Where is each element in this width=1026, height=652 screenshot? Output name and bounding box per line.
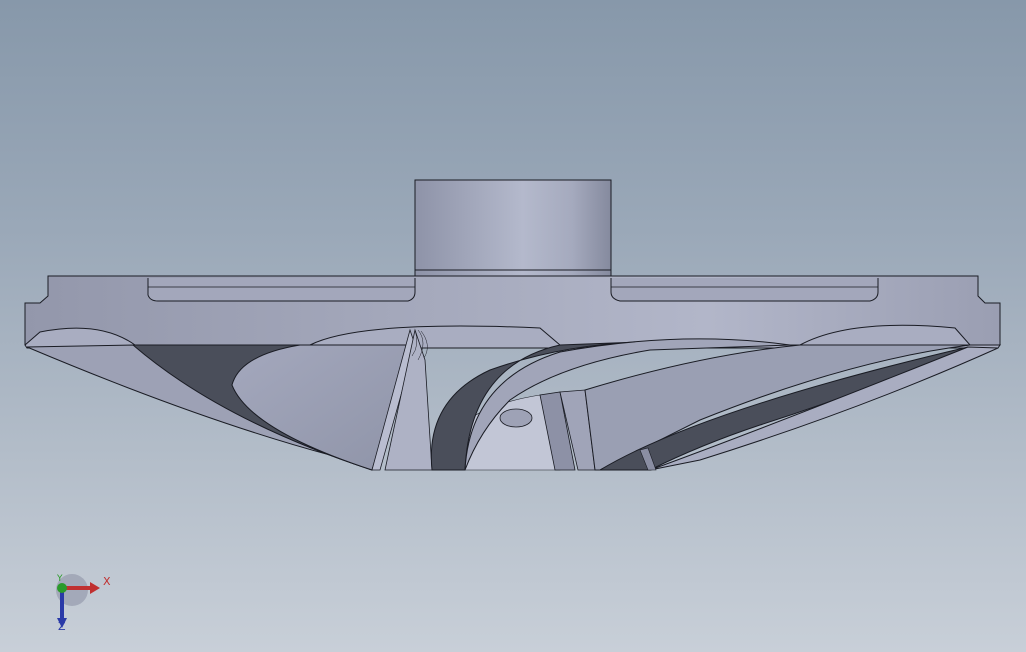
x-axis-label: X [103, 575, 111, 588]
y-axis-label: Y [57, 574, 63, 584]
right-blades [584, 344, 999, 471]
impeller-model[interactable] [0, 0, 1026, 652]
z-axis-label: Z [58, 620, 66, 633]
coordinate-triad: X Y Z [40, 570, 130, 640]
z-axis-arrow [60, 590, 64, 620]
triad-graphic [56, 574, 100, 628]
hub-boss [414, 179, 612, 277]
graphics-viewport[interactable]: X Y Z [0, 0, 1026, 652]
